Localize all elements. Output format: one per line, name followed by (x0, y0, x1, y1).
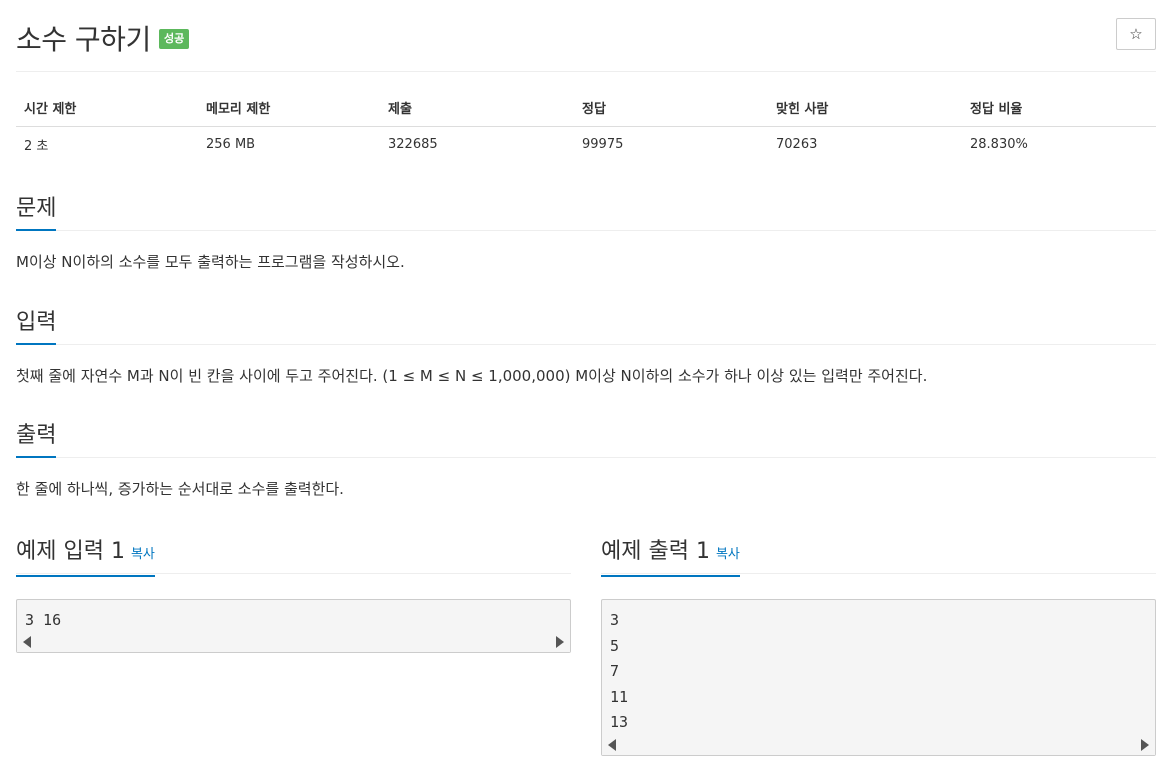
problem-description: M이상 N이하의 소수를 모두 출력하는 프로그램을 작성하시오. (16, 253, 405, 271)
problem-header: 소수 구하기 성공 ☆ (16, 14, 1156, 72)
scroll-right-icon[interactable] (556, 636, 564, 648)
sample-input-box[interactable]: 3 16 (16, 599, 571, 653)
section-header: 예제 입력 1 복사 (16, 536, 571, 577)
copy-input-button[interactable]: 복사 (131, 547, 155, 562)
star-button[interactable]: ☆ (1116, 18, 1156, 50)
horizontal-scrollbar[interactable] (17, 632, 570, 652)
value-time-limit: 2 초 (24, 138, 49, 154)
value-accept-ratio: 28.830% (970, 136, 1028, 152)
output-heading: 출력 (16, 422, 57, 458)
input-heading: 입력 (16, 309, 57, 345)
problem-section: 문제 M이상 N이하의 소수를 모두 출력하는 프로그램을 작성하시오. (16, 193, 1156, 273)
value-accepted: 99975 (582, 136, 624, 152)
header-memory-limit: 메모리 제한 (198, 90, 380, 127)
header-solved-users: 맞힌 사람 (768, 90, 962, 127)
header-accepted: 정답 (574, 90, 768, 127)
scroll-left-icon[interactable] (23, 636, 31, 648)
sample-output-box[interactable]: 3 5 7 11 13 (601, 599, 1156, 756)
star-icon: ☆ (1129, 25, 1143, 43)
section-header: 출력 (16, 420, 1156, 458)
section-header: 문제 (16, 193, 1156, 231)
section-header: 입력 (16, 307, 1156, 345)
sample-output-title: 예제 출력 1 (601, 539, 710, 564)
section-header: 예제 출력 1 복사 (601, 536, 1156, 577)
status-badge: 성공 (159, 29, 190, 49)
sample-output-section: 예제 출력 1 복사 3 5 7 11 13 (601, 536, 1156, 756)
value-memory-limit: 256 MB (206, 136, 256, 152)
header-submissions: 제출 (380, 90, 574, 127)
sample-input-content: 3 16 (25, 611, 62, 629)
value-submissions: 322685 (388, 136, 438, 152)
copy-output-button[interactable]: 복사 (716, 547, 740, 562)
problem-info-table: 시간 제한 메모리 제한 제출 정답 맞힌 사람 정답 비율 2 초 256 M… (16, 90, 1156, 162)
page-title: 소수 구하기 (16, 23, 151, 56)
sample-output-content: 3 5 7 11 13 (610, 611, 629, 732)
sample-input-heading: 예제 입력 1 복사 (16, 538, 155, 577)
header-time-limit: 시간 제한 (16, 90, 198, 127)
scroll-right-icon[interactable] (1141, 739, 1149, 751)
value-solved-users: 70263 (776, 136, 818, 152)
output-section: 출력 한 줄에 하나씩, 증가하는 순서대로 소수를 출력한다. (16, 420, 1156, 500)
table-row: 2 초 256 MB 322685 99975 70263 28.830% (16, 126, 1156, 162)
input-section: 입력 첫째 줄에 자연수 M과 N이 빈 칸을 사이에 두고 주어진다. (1 … (16, 307, 1156, 387)
horizontal-scrollbar[interactable] (602, 735, 1155, 755)
header-accept-ratio: 정답 비율 (962, 90, 1156, 127)
input-description: 첫째 줄에 자연수 M과 N이 빈 칸을 사이에 두고 주어진다. (1 ≤ M… (16, 367, 928, 385)
sample-output-heading: 예제 출력 1 복사 (601, 538, 740, 577)
sample-input-title: 예제 입력 1 (16, 539, 125, 564)
problem-heading: 문제 (16, 195, 57, 231)
table-header-row: 시간 제한 메모리 제한 제출 정답 맞힌 사람 정답 비율 (16, 90, 1156, 127)
output-description: 한 줄에 하나씩, 증가하는 순서대로 소수를 출력한다. (16, 480, 344, 498)
scroll-left-icon[interactable] (608, 739, 616, 751)
sample-input-section: 예제 입력 1 복사 3 16 (16, 536, 571, 653)
